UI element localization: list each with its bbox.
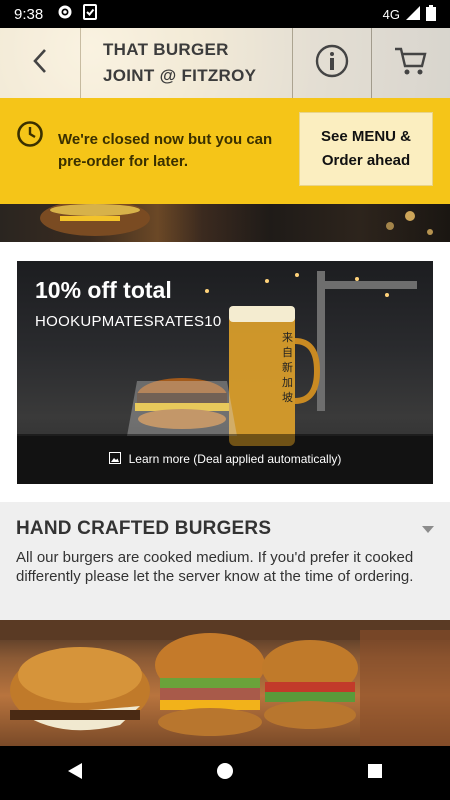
header-image-strip (0, 204, 450, 242)
nav-recents-button[interactable] (345, 746, 405, 800)
see-menu-button[interactable]: See MENU & Order ahead (299, 112, 433, 186)
category-section[interactable]: HAND CRAFTED BURGERS All our burgers are… (0, 502, 450, 620)
title-line-2: JOINT @ FITZROY (103, 66, 257, 85)
nav-back-button[interactable] (45, 746, 105, 800)
chevron-down-icon[interactable] (422, 526, 434, 533)
recents-square-icon (367, 763, 383, 784)
deal-title: 10% off total (35, 277, 172, 303)
back-arrow-icon (32, 48, 48, 79)
restaurant-title: THAT BURGER JOINT @ FITZROY (81, 28, 292, 98)
info-icon (315, 44, 349, 83)
clipboard-check-icon (83, 3, 98, 25)
glass-label: 来自新加坡 (282, 332, 293, 404)
image-icon (108, 451, 121, 467)
status-time: 9:38 (14, 5, 44, 23)
closed-notice-banner: We're closed now but you can pre-order f… (0, 98, 450, 204)
system-nav-bar (0, 746, 450, 800)
back-triangle-icon (66, 762, 84, 785)
learn-more-text: Learn more (Deal applied automatically) (128, 452, 342, 466)
app-bar: THAT BURGER JOINT @ FITZROY (0, 28, 450, 99)
info-button[interactable] (293, 28, 371, 98)
closed-message: We're closed now but you can pre-order f… (58, 131, 273, 170)
deal-card[interactable]: 10% off total HOOKUPMATESRATES10 来自新加坡 L… (17, 261, 433, 484)
network-label: 4G (382, 6, 400, 22)
battery-icon (426, 4, 436, 24)
status-bar: 9:38 4G (0, 0, 450, 28)
category-title: HAND CRAFTED BURGERS (16, 518, 272, 539)
signal-icon (406, 5, 420, 23)
burgers-image (0, 620, 450, 746)
cart-icon (394, 46, 428, 81)
gear-icon (57, 4, 73, 25)
cart-button[interactable] (372, 28, 450, 98)
deal-footer[interactable]: Learn more (Deal applied automatically) (17, 434, 433, 484)
clock-icon (16, 120, 44, 153)
home-circle-icon (216, 762, 234, 785)
category-description: All our burgers are cooked medium. If yo… (16, 549, 414, 585)
back-button[interactable] (0, 28, 80, 98)
title-line-1: THAT BURGER (103, 40, 229, 59)
deal-code: HOOKUPMATESRATES10 (35, 313, 222, 330)
nav-home-button[interactable] (195, 746, 255, 800)
